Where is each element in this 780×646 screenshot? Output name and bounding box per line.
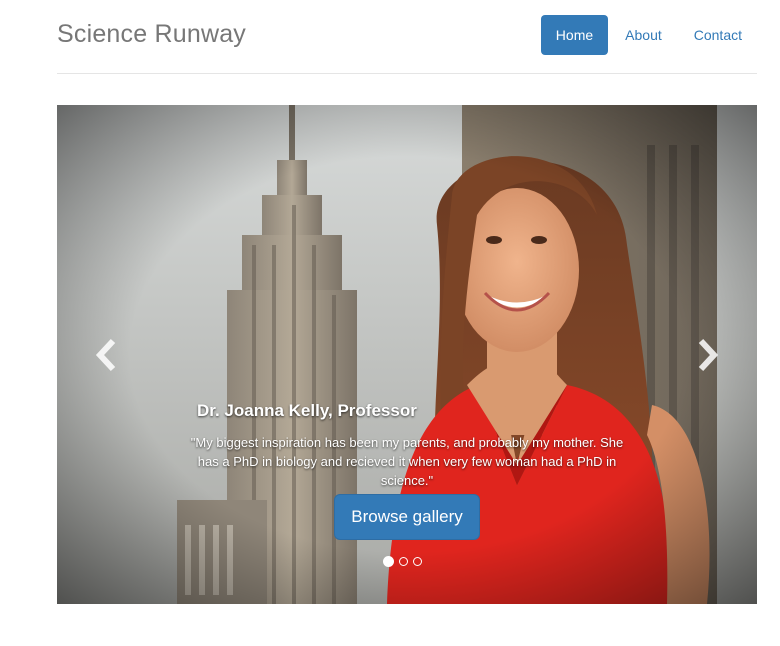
hero-carousel: Dr. Joanna Kelly, Professor "My biggest … [57,105,757,604]
site-brand[interactable]: Science Runway [57,20,246,49]
nav-home[interactable]: Home [540,15,609,55]
slide-quote: "My biggest inspiration has been my pare… [190,435,624,488]
slide-caption: Dr. Joanna Kelly, Professor "My biggest … [187,401,627,540]
carousel-next-control[interactable] [687,330,727,380]
chevron-left-icon [95,338,116,372]
carousel-indicator-3[interactable] [413,557,422,566]
carousel-prev-control[interactable] [87,330,127,380]
carousel-indicator-2[interactable] [399,557,408,566]
chevron-right-icon [698,338,719,372]
browse-gallery-button[interactable]: Browse gallery [334,494,480,540]
site-header: Science Runway Home About Contact [57,0,757,74]
slide-title: Dr. Joanna Kelly, Professor [197,401,417,420]
carousel-indicators [383,556,422,567]
carousel-indicator-1[interactable] [383,556,394,567]
nav-contact[interactable]: Contact [679,15,757,55]
nav-about[interactable]: About [610,15,677,55]
main-nav: Home About Contact [539,15,757,55]
